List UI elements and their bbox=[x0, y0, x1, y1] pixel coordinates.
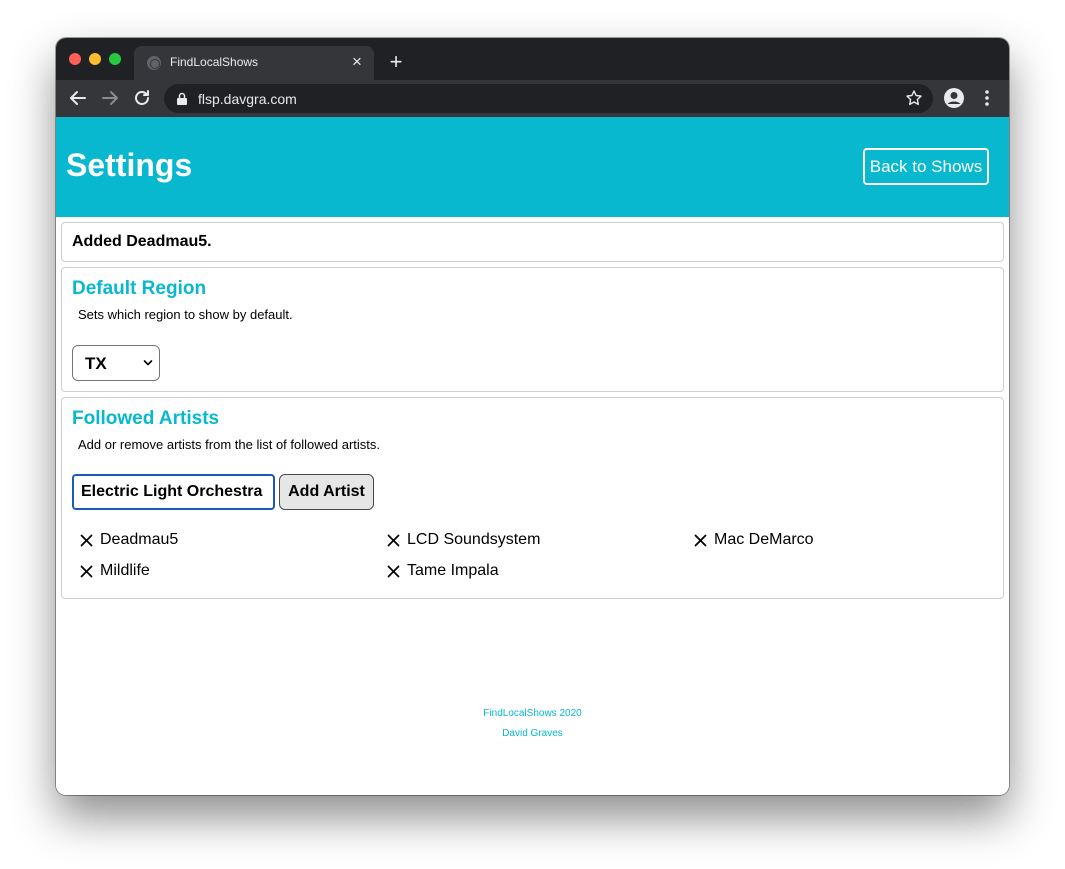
maximize-window-button[interactable] bbox=[109, 53, 121, 65]
minimize-window-button[interactable] bbox=[89, 53, 101, 65]
close-tab-icon[interactable]: × bbox=[348, 53, 366, 71]
remove-artist-icon[interactable] bbox=[80, 534, 93, 547]
chevron-down-icon bbox=[143, 360, 153, 366]
browser-tab[interactable]: FindLocalShows × bbox=[134, 46, 374, 80]
artist-name: LCD Soundsystem bbox=[407, 531, 541, 548]
reload-icon[interactable] bbox=[131, 87, 153, 109]
followed-artists-description: Add or remove artists from the list of f… bbox=[78, 437, 380, 452]
followed-artists-card: Followed Artists Add or remove artists f… bbox=[61, 397, 1004, 599]
artist-item: Mac DeMarco bbox=[694, 529, 814, 551]
footer-app-name: FindLocalShows 2020 bbox=[483, 708, 582, 719]
url-text: flsp.davgra.com bbox=[198, 91, 297, 107]
artist-name: Deadmau5 bbox=[100, 531, 179, 548]
back-to-shows-button[interactable]: Back to Shows bbox=[863, 148, 989, 185]
window-controls bbox=[69, 53, 121, 65]
artist-name: Mac DeMarco bbox=[714, 531, 814, 548]
flash-message: Added Deadmau5. bbox=[72, 233, 212, 250]
globe-icon bbox=[147, 56, 161, 70]
remove-artist-icon[interactable] bbox=[694, 534, 707, 547]
browser-toolbar: flsp.davgra.com bbox=[56, 80, 1009, 117]
remove-artist-icon[interactable] bbox=[387, 565, 400, 578]
tab-title: FindLocalShows bbox=[170, 55, 259, 69]
profile-avatar-icon[interactable] bbox=[943, 87, 965, 109]
artist-item: Deadmau5 bbox=[80, 529, 178, 551]
artist-item: Mildlife bbox=[80, 560, 150, 582]
tab-strip: FindLocalShows × + bbox=[56, 38, 1009, 80]
default-region-description: Sets which region to show by default. bbox=[78, 307, 293, 322]
browser-window: FindLocalShows × + flsp.davgra.com Setti… bbox=[56, 38, 1009, 795]
artist-name: Mildlife bbox=[100, 562, 150, 579]
flash-message-card: Added Deadmau5. bbox=[61, 222, 1004, 262]
remove-artist-icon[interactable] bbox=[387, 534, 400, 547]
close-window-button[interactable] bbox=[69, 53, 81, 65]
forward-arrow-icon[interactable] bbox=[99, 87, 121, 109]
artist-item: Tame Impala bbox=[387, 560, 499, 582]
back-arrow-icon[interactable] bbox=[67, 87, 89, 109]
page-title: Settings bbox=[66, 147, 193, 183]
artist-item: LCD Soundsystem bbox=[387, 529, 540, 551]
remove-artist-icon[interactable] bbox=[80, 565, 93, 578]
region-select-value: TX bbox=[85, 354, 107, 373]
add-artist-button[interactable]: Add Artist bbox=[279, 474, 374, 510]
default-region-card: Default Region Sets which region to show… bbox=[61, 267, 1004, 392]
page-header: Settings Back to Shows bbox=[56, 117, 1009, 217]
artist-name-input[interactable] bbox=[72, 474, 275, 510]
default-region-title: Default Region bbox=[72, 278, 207, 299]
followed-artists-title: Followed Artists bbox=[72, 408, 220, 429]
page-content: Settings Back to Shows Added Deadmau5. D… bbox=[56, 117, 1009, 795]
footer-author: David Graves bbox=[502, 728, 563, 739]
address-bar[interactable]: flsp.davgra.com bbox=[164, 84, 933, 113]
new-tab-icon[interactable]: + bbox=[386, 51, 406, 73]
artist-name: Tame Impala bbox=[407, 562, 499, 579]
browser-menu-icon[interactable] bbox=[979, 88, 995, 108]
lock-icon bbox=[177, 92, 187, 105]
region-select[interactable]: TX bbox=[72, 345, 160, 381]
bookmark-star-icon[interactable] bbox=[905, 89, 923, 107]
